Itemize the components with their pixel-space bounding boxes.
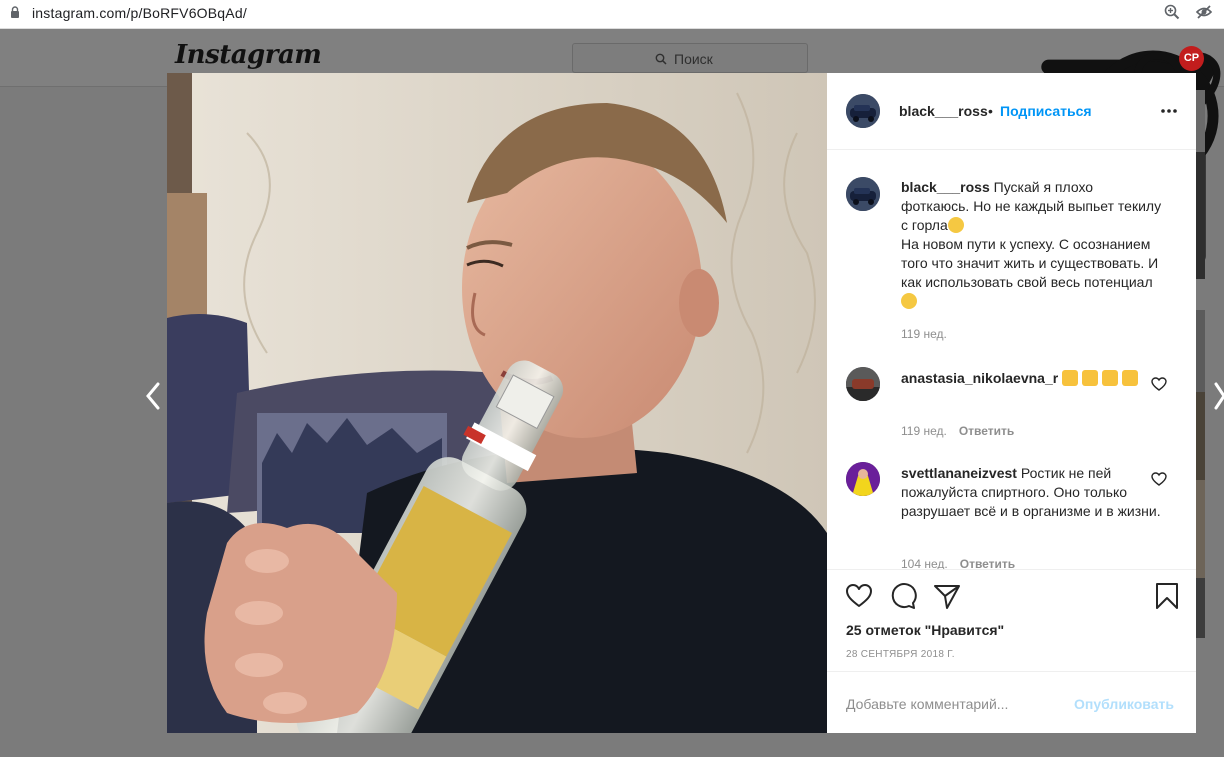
thumbs-up-emoji-icon: [1101, 370, 1118, 386]
commenter-avatar[interactable]: [846, 367, 880, 401]
search-placeholder: Поиск: [674, 51, 713, 67]
follow-button[interactable]: Подписаться: [1000, 103, 1092, 119]
thumbs-up-emoji-icon: [1121, 370, 1138, 386]
browser-address-bar: instagram.com/p/BoRFV6OBqAd/: [0, 0, 1224, 29]
comment-age: 119 нед.: [901, 424, 947, 438]
post-details-panel: black___ross • Подписаться black___ross: [827, 73, 1196, 733]
caption-text: black___ross Пускай я плохо фоткаюсь. Но…: [901, 178, 1163, 311]
caption-line-2: На новом пути к успеху. С осознанием тог…: [901, 236, 1159, 290]
side-post-preview: [1196, 310, 1205, 392]
comments-list[interactable]: black___ross Пускай я плохо фоткаюсь. Но…: [827, 151, 1196, 569]
reply-button[interactable]: Ответить: [960, 557, 1015, 569]
share-send-icon[interactable]: [933, 582, 961, 610]
side-post-preview: [1196, 392, 1205, 480]
separator-dot: •: [988, 103, 993, 119]
next-post-arrow-icon[interactable]: [1213, 381, 1224, 411]
post-photo-illustration: [167, 73, 827, 733]
reply-button[interactable]: Ответить: [959, 424, 1014, 438]
caption-username[interactable]: black___ross: [901, 179, 990, 195]
comment-age: 104 нед.: [901, 557, 948, 569]
commenter-avatar-image: [846, 367, 880, 401]
search-input[interactable]: Поиск: [572, 43, 808, 73]
like-heart-icon[interactable]: [845, 582, 873, 610]
commenter-avatar[interactable]: [846, 462, 880, 496]
comment-bubble-icon[interactable]: [889, 582, 917, 610]
wink-emoji-icon: [901, 293, 917, 309]
profile-avatar[interactable]: CP: [1179, 46, 1204, 71]
thumbs-up-emoji-icon: [1062, 370, 1079, 386]
side-post-preview: [1196, 90, 1205, 152]
post-photo[interactable]: [167, 73, 827, 733]
comment-text: svettlananeizvest Ростик не пей пожалуйс…: [901, 464, 1163, 521]
side-post-preview: [1196, 480, 1205, 578]
author-username[interactable]: black___ross: [899, 103, 988, 119]
eye-off-icon[interactable]: [1195, 3, 1213, 21]
add-comment-bar: Добавьте комментарий... Опубликовать: [827, 671, 1196, 733]
thumbs-up-emoji-icon: [1082, 370, 1098, 386]
side-post-preview: [1196, 152, 1205, 279]
post-actions: 25 отметок "Нравится" 28 СЕНТЯБРЯ 2018 Г…: [827, 569, 1196, 671]
more-options-icon[interactable]: [1160, 104, 1178, 118]
post-date[interactable]: 28 СЕНТЯБРЯ 2018 Г.: [846, 649, 955, 660]
comment-like-heart-icon[interactable]: [1151, 376, 1167, 392]
save-bookmark-icon[interactable]: [1153, 582, 1181, 610]
side-post-preview: [1196, 578, 1205, 638]
lock-icon: [11, 6, 19, 18]
previous-post-arrow-icon[interactable]: [143, 381, 163, 411]
instagram-logo[interactable]: Instagram: [175, 40, 322, 70]
comment-meta: 119 нед. Ответить: [901, 424, 1014, 438]
comment-username[interactable]: anastasia_nikolaevna_r: [901, 370, 1058, 386]
likes-count[interactable]: 25 отметок "Нравится": [846, 622, 1004, 638]
author-avatar-image: [846, 177, 880, 211]
author-avatar[interactable]: [846, 177, 880, 211]
zoom-icon[interactable]: [1163, 3, 1181, 21]
laughing-emoji-icon: [947, 217, 964, 233]
author-avatar-image: [846, 94, 880, 128]
comment-text: anastasia_nikolaevna_r: [901, 369, 1163, 388]
search-icon: [655, 53, 667, 65]
comment-username[interactable]: svettlananeizvest: [901, 465, 1017, 481]
caption-age: 119 нед.: [901, 327, 947, 341]
author-avatar[interactable]: [846, 94, 880, 128]
publish-button[interactable]: Опубликовать: [1074, 696, 1174, 712]
commenter-avatar-image: [846, 462, 880, 496]
address-url[interactable]: instagram.com/p/BoRFV6OBqAd/: [32, 5, 247, 21]
add-comment-input[interactable]: Добавьте комментарий...: [846, 696, 1008, 712]
comment-meta: 104 нед. Ответить: [901, 557, 1015, 569]
comment-like-heart-icon[interactable]: [1151, 471, 1167, 487]
post-header: black___ross • Подписаться: [827, 73, 1196, 150]
